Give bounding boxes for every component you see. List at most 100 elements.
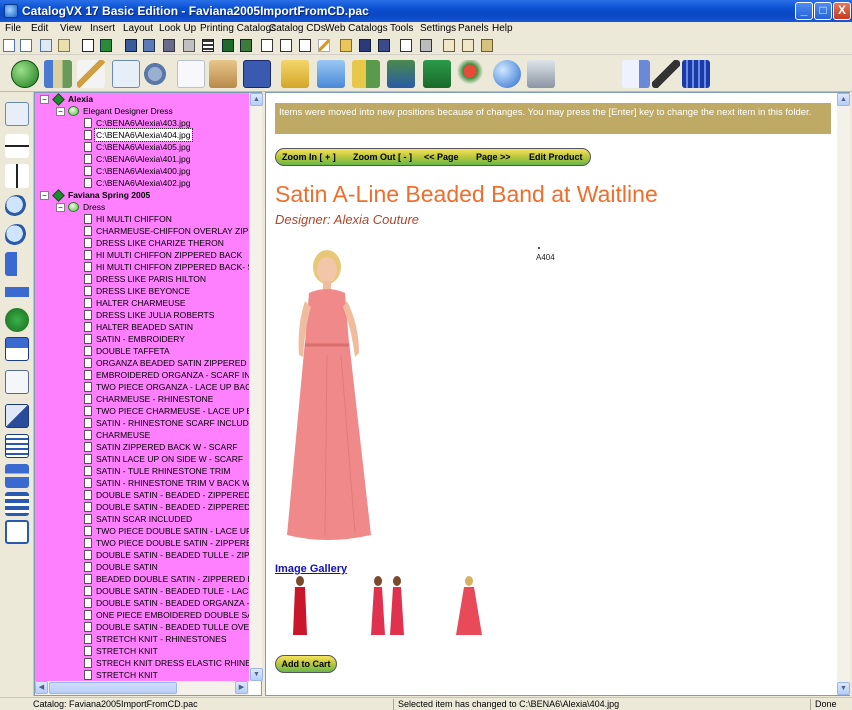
tree-product-item[interactable]: CHARMEUSE-CHIFFON OVERLAY ZIPPERE	[96, 225, 249, 237]
collapse-toggle[interactable]: −	[40, 95, 49, 104]
menu-file[interactable]: File	[5, 22, 21, 36]
add-item-icon[interactable]	[163, 39, 175, 52]
tree-catalog-alexia[interactable]: Alexia	[68, 93, 93, 105]
globe-icon[interactable]	[493, 60, 521, 88]
product-main-image[interactable]	[275, 245, 405, 547]
documents-icon[interactable]	[112, 60, 140, 88]
home-icon[interactable]	[11, 60, 39, 88]
tree-horizontal-scrollbar[interactable]: ◀ ▶	[35, 681, 249, 695]
tree-product-item[interactable]: DOUBLE SATIN - BEADED TULLE - ZIPPERE	[96, 549, 249, 561]
menu-edit[interactable]: Edit	[31, 22, 48, 36]
add-to-cart-button[interactable]: Add to Cart	[275, 655, 337, 673]
save-icon[interactable]	[359, 39, 371, 52]
tree-product-item[interactable]: STRETCH KNIT - RHINESTONES	[96, 633, 249, 645]
document-arrange-icon[interactable]	[5, 102, 29, 126]
page-blank-icon[interactable]	[261, 39, 273, 52]
tree-product-item[interactable]: STRECH KNIT DRESS ELASTIC RHINESTON	[96, 657, 249, 669]
book-arrow-icon[interactable]	[423, 60, 451, 88]
menu-panels[interactable]: Panels	[458, 22, 489, 36]
tree-product-item[interactable]: DRESS LIKE PARIS HILTON	[96, 273, 249, 285]
printer-icon[interactable]	[527, 60, 555, 88]
tree-product-item[interactable]: SATIN - RHINESTONE SCARF INCLUDED	[96, 417, 249, 429]
scroll-up-button[interactable]: ▲	[250, 93, 263, 106]
grid-dark-icon[interactable]	[202, 39, 214, 52]
tree-product-item[interactable]: BEADED DOUBLE SATIN - ZIPPERED BACK	[96, 573, 249, 585]
new-page-icon[interactable]	[20, 39, 32, 52]
print-icon[interactable]	[420, 39, 432, 52]
link-icon[interactable]	[5, 308, 29, 332]
tree-product-item[interactable]: HI MULTI CHIFFON ZIPPERED BACK- SCAR	[96, 261, 249, 273]
tree-product-item[interactable]: HALTER BEADED SATIN	[96, 321, 249, 333]
tag-icon[interactable]	[443, 39, 455, 52]
add-page-icon[interactable]	[143, 39, 155, 52]
menu-view[interactable]: View	[60, 22, 82, 36]
title-bar[interactable]: CatalogVX 17 Basic Edition - Faviana2005…	[0, 0, 852, 22]
print-preview-icon[interactable]	[5, 370, 29, 394]
tree-catalog-faviana[interactable]: Faviana Spring 2005	[68, 189, 150, 201]
network-icon[interactable]	[5, 464, 29, 488]
image-gallery-link[interactable]: Image Gallery	[275, 563, 347, 575]
tree-product-item[interactable]: SATIN ZIPPERED BACK W - SCARF	[96, 441, 249, 453]
tree-product-item[interactable]: HALTER CHARMEUSE	[96, 297, 249, 309]
tree-product-item[interactable]: STRETCH KNIT	[96, 645, 249, 657]
menu-insert[interactable]: Insert	[90, 22, 115, 36]
script-icon[interactable]	[622, 60, 650, 88]
wand-icon[interactable]	[77, 60, 105, 88]
tree-product-item[interactable]: DOUBLE SATIN - BEADED ORGANZA - ZIP	[96, 597, 249, 609]
tree-product-item[interactable]: SATIN - EMBROIDERY	[96, 333, 249, 345]
tree-file-item[interactable]: C:\BENA6\Alexia\402.jpg	[96, 177, 191, 189]
tag-alt-icon[interactable]	[462, 39, 474, 52]
move-top-icon[interactable]	[5, 164, 29, 188]
tree-product-item[interactable]: ORGANZA BEADED SATIN ZIPPERED BACK	[96, 357, 249, 369]
tree-product-item[interactable]: EMBROIDERED ORGANZA - SCARF INCLU	[96, 369, 249, 381]
page-icon[interactable]	[240, 39, 252, 52]
scroll-down-button[interactable]: ▼	[837, 682, 850, 695]
eraser-icon[interactable]	[652, 60, 680, 88]
grid-panel-icon[interactable]	[682, 60, 710, 88]
new-document-icon[interactable]	[3, 39, 15, 52]
open-folder-icon[interactable]	[340, 39, 352, 52]
tree-product-item[interactable]: DRESS LIKE CHARIZE THERON	[96, 237, 249, 249]
grid-icon[interactable]	[183, 39, 195, 52]
tree-product-item[interactable]: TWO PIECE CHARMEUSE - LACE UP BACK	[96, 405, 249, 417]
tree-product-item[interactable]: STRETCH KNIT	[96, 669, 249, 681]
tree-product-item[interactable]: HI MULTI CHIFFON	[96, 213, 249, 225]
tree-product-item[interactable]: CHARMEUSE - RHINESTONE	[96, 393, 249, 405]
save-icon[interactable]	[243, 60, 271, 88]
maximize-button[interactable]: □	[814, 2, 832, 20]
blank-page-icon[interactable]	[177, 60, 205, 88]
settings-icon[interactable]	[141, 60, 169, 88]
gallery-thumbnail[interactable]	[368, 575, 408, 637]
menu-web-catalogs[interactable]: Web Catalogs	[325, 22, 388, 36]
scroll-up-button[interactable]: ▲	[837, 93, 850, 106]
tree-product-item[interactable]: DOUBLE TAFFETA	[96, 345, 249, 357]
tree-file-item[interactable]: C:\BENA6\Alexia\405.jpg	[96, 141, 191, 153]
layout-icon[interactable]	[5, 520, 29, 544]
gallery-thumbnail[interactable]	[285, 575, 315, 637]
tree-folder-elegant-designer-dress[interactable]: Elegant Designer Dress	[83, 105, 173, 117]
zoom-out-icon[interactable]	[5, 224, 29, 248]
tree-file-item-selected[interactable]: C:\BENA6\Alexia\404.jpg	[94, 128, 193, 142]
shuffle-icon[interactable]	[5, 280, 29, 304]
close-button[interactable]: X	[833, 2, 851, 20]
tree-product-item[interactable]: CHARMEUSE	[96, 429, 249, 441]
copy-doc-icon[interactable]	[400, 39, 412, 52]
content-vertical-scrollbar[interactable]: ▲ ▼	[837, 93, 850, 695]
scroll-thumb[interactable]	[49, 682, 177, 694]
tree-product-item[interactable]: DOUBLE SATIN - BEADED - ZIPPERED BAC	[96, 489, 249, 501]
pages-icon[interactable]	[40, 39, 52, 52]
tree-product-item[interactable]: SATIN - TULE RHINESTONE TRIM	[96, 465, 249, 477]
tree-product-item[interactable]: DOUBLE SATIN - BEADED TULLE OVERLAY	[96, 621, 249, 633]
folder-open-icon[interactable]	[281, 60, 309, 88]
tree-product-item[interactable]: DRESS LIKE JULIA ROBERTS	[96, 309, 249, 321]
tree-product-item[interactable]: SATIN SCAR INCLUDED	[96, 513, 249, 525]
tree-product-item[interactable]: SATIN - RHINESTONE TRIM V BACK W - ZI	[96, 477, 249, 489]
edit-icon[interactable]	[5, 404, 29, 428]
home-icon[interactable]	[5, 337, 29, 361]
menu-settings[interactable]: Settings	[420, 22, 456, 36]
hierarchy-icon[interactable]	[5, 492, 29, 516]
tree-product-item[interactable]: SATIN LACE UP ON SIDE W - SCARF	[96, 453, 249, 465]
tree-product-item[interactable]: DRESS LIKE BEYONCE	[96, 285, 249, 297]
zoom-in-icon[interactable]	[5, 195, 29, 219]
collapse-toggle[interactable]: −	[56, 203, 65, 212]
